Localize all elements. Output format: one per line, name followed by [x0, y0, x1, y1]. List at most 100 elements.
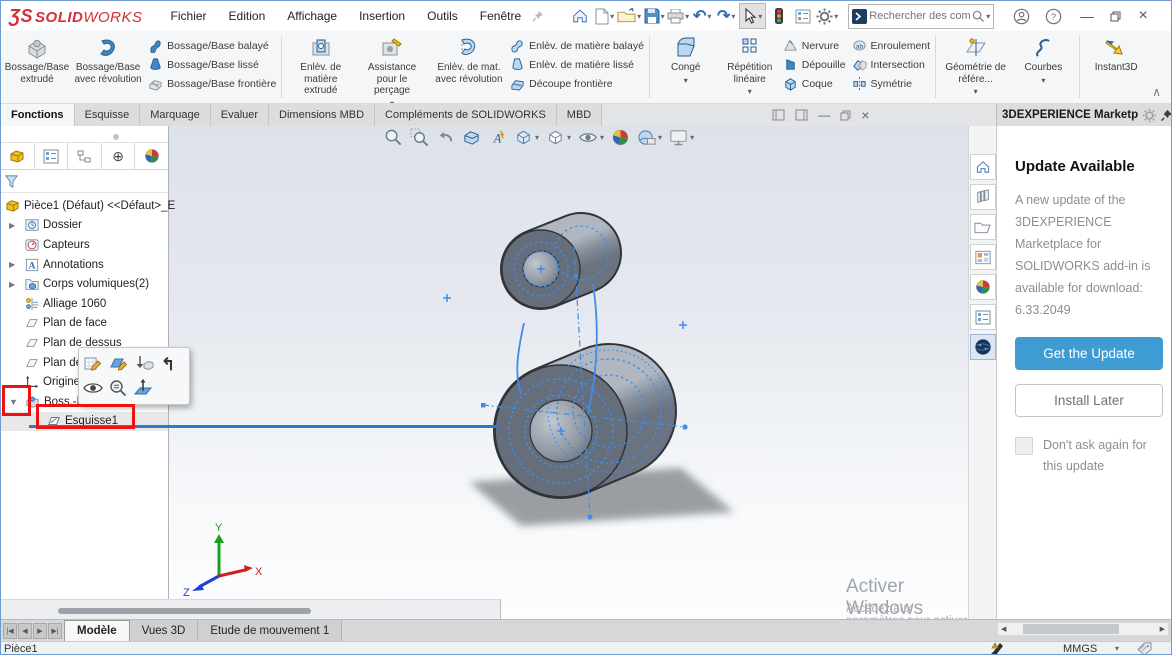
file-properties-button[interactable]	[792, 4, 814, 28]
tab-configurationmanager[interactable]	[68, 143, 102, 169]
select-tool-button[interactable]: ▾	[739, 3, 766, 29]
close-window-button[interactable]: ×	[1130, 7, 1156, 25]
command-search[interactable]: ▾	[848, 4, 994, 29]
taskpane-tab-marketplace[interactable]	[970, 334, 996, 360]
shell-button[interactable]: Coque	[783, 75, 846, 92]
pane-splitter-handle[interactable]	[113, 134, 119, 140]
menu-insertion[interactable]: Insertion	[359, 9, 405, 23]
taskpane-settings-gear-icon[interactable]	[1142, 108, 1157, 123]
intersect-button[interactable]: Intersection	[852, 56, 931, 73]
taskpane-pin-icon[interactable]	[1160, 109, 1172, 122]
boss-boundary-button[interactable]: Bossage/Base frontière	[148, 75, 276, 92]
cut-revolve-button[interactable]: Enlèv. de mat. avec révolution	[430, 34, 508, 86]
rib-button[interactable]: Nervure	[783, 37, 846, 54]
menu-fichier[interactable]: Fichier	[171, 9, 207, 23]
last-tab-button[interactable]: ▶|	[48, 623, 62, 639]
tree-item-plan-de-face[interactable]: Plan de face	[1, 314, 168, 334]
units-selector[interactable]: MMGS	[1063, 643, 1097, 655]
rebuild-traffic-light-icon[interactable]	[768, 4, 790, 28]
scrollbar-thumb[interactable]	[1023, 624, 1119, 634]
redo-button[interactable]: ↷▾	[715, 4, 737, 28]
first-tab-button[interactable]: |◀	[3, 623, 17, 639]
linear-pattern-button[interactable]: Répétition linéaire ▾	[719, 34, 781, 97]
fillet-dropdown[interactable]: ▾	[684, 76, 688, 85]
cut-extrude-button[interactable]: Enlèv. de matière extrudé	[287, 34, 354, 98]
cut-loft-button[interactable]: Enlèv. de matière lissé	[510, 56, 644, 73]
undo-button[interactable]: ↶▾	[691, 4, 713, 28]
close-document-button[interactable]: ×	[861, 107, 869, 123]
tab-marquage[interactable]: Marquage	[140, 104, 211, 126]
taskpane-horizontal-scrollbar[interactable]: ◀ ▶	[998, 623, 1168, 635]
mirror-button[interactable]: Symétrie	[852, 75, 931, 92]
curves-button[interactable]: Courbes ▾	[1012, 34, 1074, 86]
reference-geometry-button[interactable]: Géométrie de référe... ▾	[941, 34, 1010, 97]
search-input[interactable]	[867, 9, 972, 23]
boss-sweep-button[interactable]: Bossage/Base balayé	[148, 37, 276, 54]
tag-icon[interactable]	[1137, 642, 1152, 655]
taskpane-tab-file-explorer[interactable]	[970, 214, 996, 240]
next-tab-button[interactable]: ▶	[33, 623, 47, 639]
tab-modele[interactable]: Modèle	[64, 620, 130, 641]
taskpane-tab-home[interactable]	[970, 154, 996, 180]
tree-item-alliage[interactable]: Alliage 1060	[1, 294, 168, 314]
scroll-left-arrow[interactable]: ◀	[998, 625, 1009, 633]
reference-geometry-dropdown[interactable]: ▾	[974, 87, 978, 96]
boss-loft-button[interactable]: Bossage/Base lissé	[148, 56, 276, 73]
help-button[interactable]: ?	[1042, 4, 1064, 28]
tab-evaluer[interactable]: Evaluer	[211, 104, 269, 126]
menu-outils[interactable]: Outils	[427, 9, 458, 23]
options-gear-button[interactable]: ▾	[816, 4, 838, 28]
hide-show-icon[interactable]	[83, 381, 103, 395]
linear-pattern-dropdown[interactable]: ▾	[748, 87, 752, 96]
search-icon[interactable]	[972, 10, 985, 23]
open-document-button[interactable]: ▾	[617, 4, 641, 28]
ribbon-collapse-button[interactable]: ∧	[1152, 85, 1172, 103]
search-scope-dropdown[interactable]: ▾	[986, 12, 990, 21]
model-geometry[interactable]: Y X Z	[169, 126, 968, 619]
taskpane-tab-view-palette[interactable]	[970, 244, 996, 270]
units-dropdown-arrow[interactable]: ▾	[1115, 644, 1119, 653]
tab-featuremanager[interactable]	[1, 143, 35, 169]
tree-item-dossier[interactable]: ▶ Dossier	[1, 216, 168, 236]
install-later-button[interactable]: Install Later	[1015, 384, 1163, 417]
prev-tab-button[interactable]: ◀	[18, 623, 32, 639]
graphics-viewport[interactable]: A ▾ ▾ ▾ ▾ ▾	[169, 126, 968, 619]
scroll-right-arrow[interactable]: ▶	[1157, 625, 1168, 633]
scrollbar-thumb[interactable]	[58, 608, 311, 614]
tree-item-corps-volumiques[interactable]: ▶ Corps volumiques(2)	[1, 274, 168, 294]
account-button[interactable]	[1010, 4, 1032, 28]
minimize-document-button[interactable]: —	[818, 108, 830, 122]
tree-filter[interactable]	[1, 170, 168, 193]
tile-left-icon[interactable]	[772, 109, 785, 121]
boss-revolve-button[interactable]: Bossage/Base avec révolution	[70, 34, 146, 86]
edit-feature-icon[interactable]	[109, 354, 129, 374]
new-document-button[interactable]: ▾	[593, 4, 615, 28]
tab-dimensions-mbd[interactable]: Dimensions MBD	[269, 104, 375, 126]
tree-item-part-root[interactable]: Pièce1 (Défaut) <<Défaut>_E	[1, 196, 168, 216]
tab-esquisse[interactable]: Esquisse	[75, 104, 141, 126]
pin-menu-icon[interactable]	[531, 9, 545, 23]
taskpane-tab-appearances[interactable]	[970, 274, 996, 300]
edit-sketch-icon[interactable]	[83, 354, 103, 374]
curves-dropdown[interactable]: ▾	[1041, 76, 1045, 85]
wrap-button[interactable]: abEnroulement	[852, 37, 931, 54]
menu-fenetre[interactable]: Fenêtre	[480, 9, 521, 23]
dont-ask-checkbox[interactable]	[1015, 437, 1033, 455]
normal-to-icon[interactable]	[133, 378, 153, 398]
expand-arrow-icon[interactable]: ▶	[9, 260, 15, 269]
tab-complements[interactable]: Compléments de SOLIDWORKS	[375, 104, 557, 126]
tab-propertymanager[interactable]	[35, 143, 69, 169]
tree-item-capteurs[interactable]: Capteurs	[1, 235, 168, 255]
rollback-icon[interactable]: ↰	[161, 356, 175, 373]
instant3d-button[interactable]: Instant3D	[1085, 34, 1147, 75]
hole-wizard-button[interactable]: Assistance pour le perçage ▾	[356, 34, 427, 104]
expand-arrow-icon[interactable]: ▶	[9, 221, 15, 230]
menu-affichage[interactable]: Affichage	[287, 9, 337, 23]
restore-document-button[interactable]	[840, 110, 851, 121]
tile-right-icon[interactable]	[795, 109, 808, 121]
boss-extrude-button[interactable]: Bossage/Base extrudé	[6, 34, 68, 86]
save-button[interactable]: ▾	[643, 4, 665, 28]
tree-horizontal-scrollbar[interactable]	[1, 599, 501, 619]
cut-sweep-button[interactable]: Enlèv. de matière balayé	[510, 37, 644, 54]
tab-dimxpertmanager[interactable]: ⊕	[102, 143, 136, 169]
